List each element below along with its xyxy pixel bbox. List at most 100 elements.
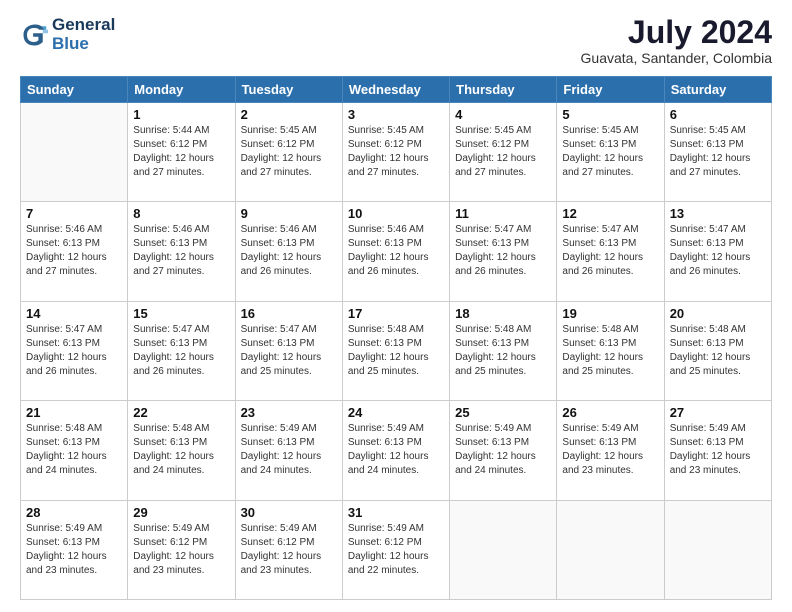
day-number: 24: [348, 405, 444, 420]
day-number: 5: [562, 107, 658, 122]
day-number: 12: [562, 206, 658, 221]
page: General Blue July 2024 Guavata, Santande…: [0, 0, 792, 612]
week-row-3: 14 Sunrise: 5:47 AM Sunset: 6:13 PM Dayli…: [21, 301, 772, 400]
title-block: July 2024 Guavata, Santander, Colombia: [581, 16, 772, 66]
day-info: Sunrise: 5:49 AM Sunset: 6:13 PM Dayligh…: [26, 522, 122, 578]
calendar-cell: 15 Sunrise: 5:47 AM Sunset: 6:13 PM Dayli…: [128, 301, 235, 400]
day-info: Sunrise: 5:45 AM Sunset: 6:12 PM Dayligh…: [348, 124, 444, 180]
calendar-cell: 20 Sunrise: 5:48 AM Sunset: 6:13 PM Dayli…: [664, 301, 771, 400]
day-info: Sunrise: 5:47 AM Sunset: 6:13 PM Dayligh…: [241, 323, 337, 379]
day-info: Sunrise: 5:49 AM Sunset: 6:13 PM Dayligh…: [241, 422, 337, 478]
location: Guavata, Santander, Colombia: [581, 50, 772, 66]
calendar-cell: 30Sunrise: 5:49 AM Sunset: 6:12 PM Dayli…: [235, 500, 342, 599]
week-row-4: 21 Sunrise: 5:48 AM Sunset: 6:13 PM Dayli…: [21, 401, 772, 500]
day-info: Sunrise: 5:45 AM Sunset: 6:12 PM Dayligh…: [241, 124, 337, 180]
day-info: Sunrise: 5:48 AM Sunset: 6:13 PM Dayligh…: [455, 323, 551, 379]
day-info: Sunrise: 5:45 AM Sunset: 6:12 PM Dayligh…: [455, 124, 551, 180]
week-row-1: 1Sunrise: 5:44 AM Sunset: 6:12 PM Daylig…: [21, 103, 772, 202]
day-info: Sunrise: 5:48 AM Sunset: 6:13 PM Dayligh…: [670, 323, 766, 379]
calendar-cell: 25 Sunrise: 5:49 AM Sunset: 6:13 PM Dayli…: [450, 401, 557, 500]
day-info: Sunrise: 5:46 AM Sunset: 6:13 PM Dayligh…: [26, 223, 122, 279]
calendar-cell: 3 Sunrise: 5:45 AM Sunset: 6:12 PM Daylig…: [342, 103, 449, 202]
calendar-cell: 22 Sunrise: 5:48 AM Sunset: 6:13 PM Dayli…: [128, 401, 235, 500]
day-number: 17: [348, 306, 444, 321]
calendar-cell: 24 Sunrise: 5:49 AM Sunset: 6:13 PM Dayli…: [342, 401, 449, 500]
day-info: Sunrise: 5:49 AM Sunset: 6:12 PM Dayligh…: [133, 522, 229, 578]
day-number: 19: [562, 306, 658, 321]
calendar-cell: 7 Sunrise: 5:46 AM Sunset: 6:13 PM Daylig…: [21, 202, 128, 301]
day-number: 2: [241, 107, 337, 122]
day-number: 3: [348, 107, 444, 122]
day-number: 7: [26, 206, 122, 221]
day-number: 10: [348, 206, 444, 221]
day-info: Sunrise: 5:48 AM Sunset: 6:13 PM Dayligh…: [562, 323, 658, 379]
day-number: 11: [455, 206, 551, 221]
day-info: Sunrise: 5:46 AM Sunset: 6:13 PM Dayligh…: [348, 223, 444, 279]
day-number: 13: [670, 206, 766, 221]
day-number: 6: [670, 107, 766, 122]
day-info: Sunrise: 5:49 AM Sunset: 6:13 PM Dayligh…: [670, 422, 766, 478]
calendar-cell: 9 Sunrise: 5:46 AM Sunset: 6:13 PM Daylig…: [235, 202, 342, 301]
day-info: Sunrise: 5:48 AM Sunset: 6:13 PM Dayligh…: [348, 323, 444, 379]
calendar-header-row: Sunday Monday Tuesday Wednesday Thursday…: [21, 77, 772, 103]
col-saturday: Saturday: [664, 77, 771, 103]
day-info: Sunrise: 5:47 AM Sunset: 6:13 PM Dayligh…: [670, 223, 766, 279]
calendar-cell: 4Sunrise: 5:45 AM Sunset: 6:12 PM Daylig…: [450, 103, 557, 202]
calendar-cell: 23 Sunrise: 5:49 AM Sunset: 6:13 PM Dayli…: [235, 401, 342, 500]
logo: General Blue: [20, 16, 115, 53]
calendar-cell: 19 Sunrise: 5:48 AM Sunset: 6:13 PM Dayli…: [557, 301, 664, 400]
calendar-table: Sunday Monday Tuesday Wednesday Thursday…: [20, 76, 772, 600]
calendar-cell: [557, 500, 664, 599]
month-year: July 2024: [581, 16, 772, 48]
day-info: Sunrise: 5:46 AM Sunset: 6:13 PM Dayligh…: [133, 223, 229, 279]
calendar-cell: 14Sunrise: 5:47 AM Sunset: 6:13 PM Dayli…: [21, 301, 128, 400]
calendar-cell: 31Sunrise: 5:49 AM Sunset: 6:12 PM Dayli…: [342, 500, 449, 599]
day-info: Sunrise: 5:44 AM Sunset: 6:12 PM Dayligh…: [133, 124, 229, 180]
calendar-cell: 5 Sunrise: 5:45 AM Sunset: 6:13 PM Daylig…: [557, 103, 664, 202]
col-friday: Friday: [557, 77, 664, 103]
day-info: Sunrise: 5:49 AM Sunset: 6:13 PM Dayligh…: [348, 422, 444, 478]
day-info: Sunrise: 5:49 AM Sunset: 6:13 PM Dayligh…: [562, 422, 658, 478]
day-number: 18: [455, 306, 551, 321]
day-info: Sunrise: 5:47 AM Sunset: 6:13 PM Dayligh…: [133, 323, 229, 379]
logo-icon: [20, 21, 48, 49]
day-number: 30: [241, 505, 337, 520]
col-thursday: Thursday: [450, 77, 557, 103]
day-info: Sunrise: 5:49 AM Sunset: 6:13 PM Dayligh…: [455, 422, 551, 478]
day-number: 22: [133, 405, 229, 420]
col-tuesday: Tuesday: [235, 77, 342, 103]
day-info: Sunrise: 5:46 AM Sunset: 6:13 PM Dayligh…: [241, 223, 337, 279]
calendar-cell: 27 Sunrise: 5:49 AM Sunset: 6:13 PM Dayli…: [664, 401, 771, 500]
day-info: Sunrise: 5:48 AM Sunset: 6:13 PM Dayligh…: [133, 422, 229, 478]
week-row-5: 28Sunrise: 5:49 AM Sunset: 6:13 PM Dayli…: [21, 500, 772, 599]
calendar-cell: 28Sunrise: 5:49 AM Sunset: 6:13 PM Dayli…: [21, 500, 128, 599]
day-info: Sunrise: 5:47 AM Sunset: 6:13 PM Dayligh…: [455, 223, 551, 279]
day-number: 29: [133, 505, 229, 520]
day-number: 9: [241, 206, 337, 221]
col-wednesday: Wednesday: [342, 77, 449, 103]
day-number: 21: [26, 405, 122, 420]
day-number: 23: [241, 405, 337, 420]
day-number: 25: [455, 405, 551, 420]
calendar-cell: 26Sunrise: 5:49 AM Sunset: 6:13 PM Dayli…: [557, 401, 664, 500]
day-info: Sunrise: 5:45 AM Sunset: 6:13 PM Dayligh…: [562, 124, 658, 180]
day-number: 14: [26, 306, 122, 321]
day-number: 15: [133, 306, 229, 321]
calendar-cell: 13 Sunrise: 5:47 AM Sunset: 6:13 PM Dayli…: [664, 202, 771, 301]
calendar-cell: 17 Sunrise: 5:48 AM Sunset: 6:13 PM Dayli…: [342, 301, 449, 400]
day-info: Sunrise: 5:48 AM Sunset: 6:13 PM Dayligh…: [26, 422, 122, 478]
day-number: 20: [670, 306, 766, 321]
col-sunday: Sunday: [21, 77, 128, 103]
calendar-cell: 29 Sunrise: 5:49 AM Sunset: 6:12 PM Dayli…: [128, 500, 235, 599]
day-number: 16: [241, 306, 337, 321]
calendar-cell: 18 Sunrise: 5:48 AM Sunset: 6:13 PM Dayli…: [450, 301, 557, 400]
calendar-cell: 1Sunrise: 5:44 AM Sunset: 6:12 PM Daylig…: [128, 103, 235, 202]
col-monday: Monday: [128, 77, 235, 103]
day-number: 27: [670, 405, 766, 420]
day-info: Sunrise: 5:47 AM Sunset: 6:13 PM Dayligh…: [562, 223, 658, 279]
calendar-cell: 6 Sunrise: 5:45 AM Sunset: 6:13 PM Daylig…: [664, 103, 771, 202]
day-info: Sunrise: 5:45 AM Sunset: 6:13 PM Dayligh…: [670, 124, 766, 180]
calendar-cell: 16 Sunrise: 5:47 AM Sunset: 6:13 PM Dayli…: [235, 301, 342, 400]
day-number: 31: [348, 505, 444, 520]
calendar-cell: 2 Sunrise: 5:45 AM Sunset: 6:12 PM Daylig…: [235, 103, 342, 202]
